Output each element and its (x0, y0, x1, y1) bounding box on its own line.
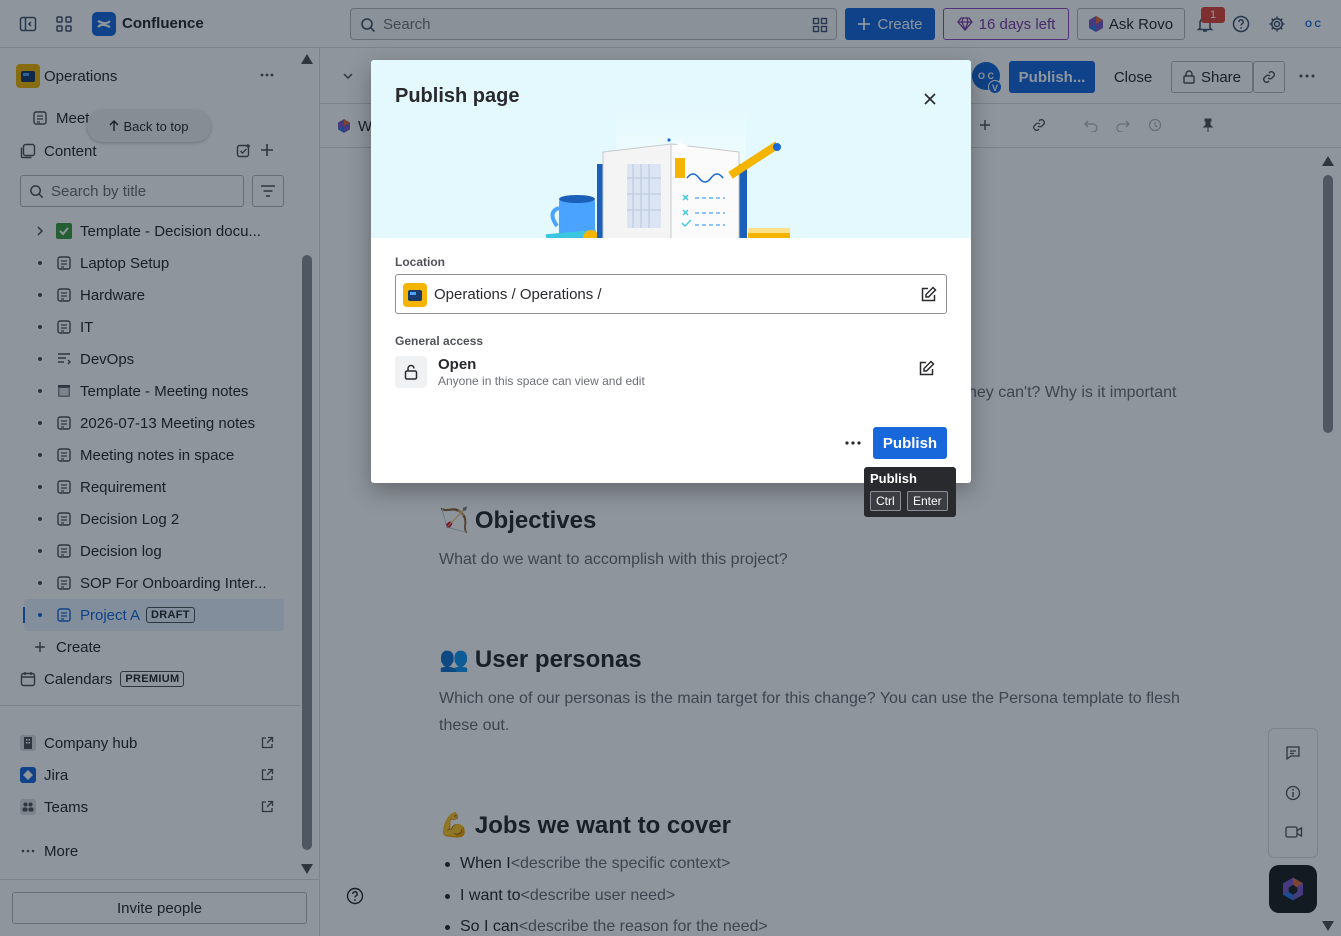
dialog-title: Publish page (395, 85, 520, 107)
publish-button[interactable]: Publish (873, 427, 947, 459)
publish-shortcut-tooltip: Publish Ctrl Enter (864, 467, 956, 517)
access-level-description: Anyone in this space can view and edit (438, 374, 645, 388)
close-icon[interactable] (918, 87, 942, 111)
location-value: Operations / Operations / (434, 286, 602, 303)
location-field[interactable]: Operations / Operations / (395, 274, 947, 314)
edit-location-icon[interactable] (920, 286, 937, 303)
more-options-button[interactable] (840, 431, 866, 455)
ctrl-key: Ctrl (870, 491, 901, 511)
edit-access-icon[interactable] (918, 360, 935, 377)
general-access-label: General access (395, 334, 484, 348)
access-level-title: Open (438, 356, 477, 373)
location-label: Location (395, 255, 445, 269)
enter-key: Enter (907, 491, 948, 511)
tooltip-title: Publish (870, 471, 917, 486)
space-avatar-icon (403, 283, 427, 307)
publish-page-dialog: Publish page Location Operations / Opera… (371, 60, 971, 483)
more-dots-icon (844, 440, 862, 446)
unlock-icon (395, 356, 427, 388)
